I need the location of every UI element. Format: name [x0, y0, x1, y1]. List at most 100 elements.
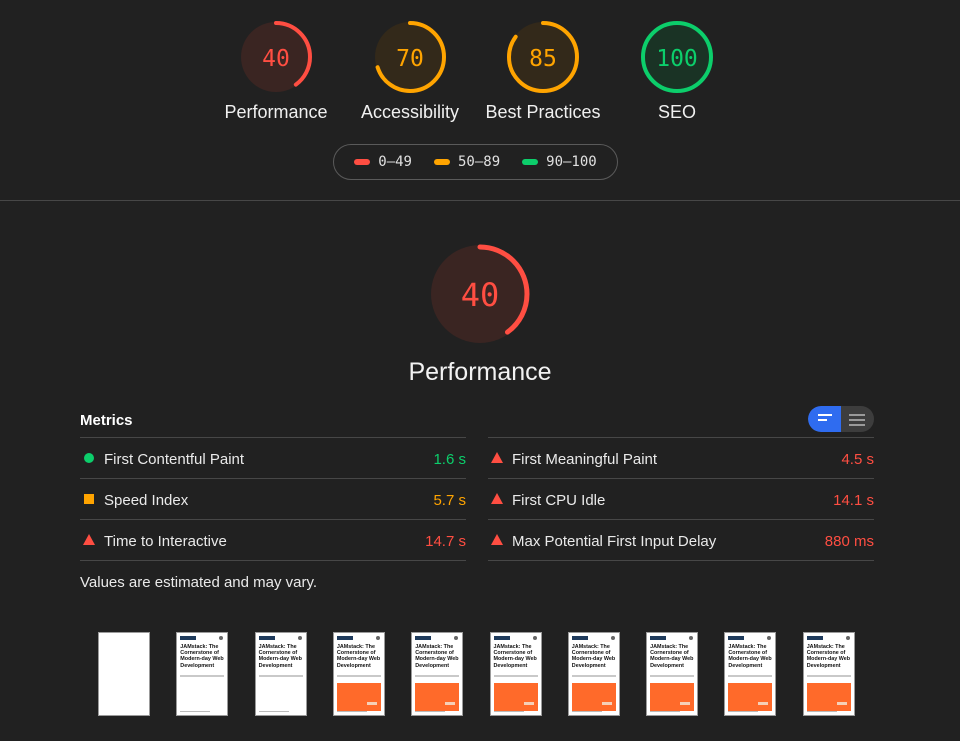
legend-average-swatch: [433, 159, 450, 165]
screenshot-filmstrip: JAMstack: The Cornerstone of Modern-day …: [98, 632, 878, 718]
filmstrip-frame: [98, 632, 150, 716]
legend-fail-swatch: [354, 159, 371, 165]
metric-value: 880 ms: [824, 533, 874, 550]
frame-meta-line: [258, 675, 303, 677]
legend-item-pass: 90–100: [522, 154, 597, 170]
site-logo-icon: [493, 636, 510, 640]
frame-meta-line: [493, 675, 538, 677]
frame-article-title: JAMstack: The Cornerstone of Modern-day …: [415, 644, 459, 669]
frame-meta-line: [728, 675, 773, 677]
frame-article-title: JAMstack: The Cornerstone of Modern-day …: [650, 644, 694, 669]
legend-item-average: 50–89: [433, 154, 501, 170]
score-scale-legend: 0–49 50–89 90–100: [333, 144, 618, 180]
accessibility-score-value: 70: [396, 46, 424, 72]
category-gauges: 40 Performance 70 Accessibility 85 Best Pra…: [0, 20, 960, 130]
metrics-view-toggle[interactable]: [808, 406, 874, 432]
performance-score-ring: 40: [430, 244, 530, 344]
metric-value: 1.6 s: [433, 451, 466, 468]
seo-label: SEO: [657, 102, 696, 122]
frame-meta-line: [571, 675, 616, 677]
metric-value: 14.7 s: [425, 533, 466, 550]
site-logo-icon: [650, 636, 667, 640]
metric-name: Speed Index: [104, 492, 189, 509]
metric-value: 5.7 s: [433, 492, 466, 509]
frame-meta-line: [415, 675, 460, 677]
frame-article-title: JAMstack: The Cornerstone of Modern-day …: [493, 644, 537, 669]
compact-list-icon: [818, 414, 832, 424]
menu-icon: [689, 636, 694, 640]
frame-footer-line: [180, 711, 211, 712]
frame-article-title: JAMstack: The Cornerstone of Modern-day …: [571, 644, 616, 669]
frame-hero-image: [728, 683, 773, 711]
frame-meta-line: [806, 675, 851, 677]
pass-circle-icon: [84, 453, 94, 463]
legend-item-fail: 0–49: [354, 154, 412, 170]
metric-value: 4.5 s: [841, 451, 874, 468]
frame-hero-image: [415, 683, 460, 711]
menu-icon: [454, 636, 459, 640]
frame-footer-line: [415, 711, 446, 712]
menu-icon: [532, 636, 537, 640]
performance-score-value: 40: [262, 46, 290, 72]
best-practices-score-ring: 85: [507, 21, 579, 93]
legend-pass-range: 90–100: [546, 154, 597, 170]
metrics-column-right: First Meaningful Paint 4.5 s First CPU Idl…: [488, 437, 874, 561]
average-square-icon: [84, 494, 94, 504]
site-logo-icon: [180, 636, 197, 640]
section-divider: [0, 200, 960, 201]
fail-triangle-icon: [491, 493, 503, 504]
filmstrip-frame: JAMstack: The Cornerstone of Modern-day …: [646, 632, 699, 716]
performance-score-ring: 40: [240, 21, 312, 93]
frame-article-title: JAMstack: The Cornerstone of Modern-day …: [258, 644, 302, 669]
seo-score-ring: 100: [641, 21, 713, 93]
metric-name: Max Potential First Input Delay: [512, 533, 717, 550]
site-logo-icon: [806, 636, 823, 640]
expanded-list-icon: [849, 414, 865, 429]
frame-footer-line: [571, 711, 602, 712]
metric-value: 14.1 s: [833, 492, 874, 509]
metric-row: First Meaningful Paint 4.5 s: [488, 437, 874, 478]
filmstrip-frame: JAMstack: The Cornerstone of Modern-day …: [332, 632, 385, 716]
legend-average-range: 50–89: [457, 154, 501, 170]
metric-name: First Meaningful Paint: [512, 451, 658, 468]
metric-row: First CPU Idle 14.1 s: [488, 478, 874, 519]
fail-triangle-icon: [491, 534, 503, 545]
frame-article-title: JAMstack: The Cornerstone of Modern-day …: [728, 644, 772, 669]
frame-footer-line: [336, 711, 367, 712]
frame-hero-image: [493, 683, 538, 711]
best-practices-score-value: 85: [529, 46, 557, 72]
metrics-disclaimer: Values are estimated and may vary.: [80, 574, 318, 591]
filmstrip-frame: JAMstack: The Cornerstone of Modern-day …: [724, 632, 777, 716]
metric-name: Time to Interactive: [104, 533, 227, 550]
frame-meta-line: [180, 675, 225, 677]
metrics-header: Metrics: [80, 404, 874, 434]
metric-row: Time to Interactive 14.7 s: [80, 519, 466, 561]
site-logo-icon: [728, 636, 745, 640]
frame-footer-line: [650, 711, 681, 712]
frame-article-title: JAMstack: The Cornerstone of Modern-day …: [180, 644, 224, 669]
metric-row: Max Potential First Input Delay 880 ms: [488, 519, 874, 561]
frame-footer-line: [258, 711, 289, 712]
site-logo-icon: [415, 636, 432, 640]
accessibility-score-ring: 70: [374, 21, 446, 93]
performance-score-value: 40: [461, 276, 500, 314]
frame-hero-image: [650, 683, 695, 711]
frame-article-title: JAMstack: The Cornerstone of Modern-day …: [806, 644, 851, 669]
metric-name: First Contentful Paint: [104, 451, 245, 468]
performance-main-gauge: 40 Performance: [0, 242, 960, 387]
menu-icon: [297, 636, 302, 640]
frame-hero-image: [806, 683, 851, 711]
filmstrip-frame: JAMstack: The Cornerstone of Modern-day …: [489, 632, 542, 716]
metrics-column-left: First Contentful Paint 1.6 s Speed Index 5.…: [80, 437, 466, 561]
expanded-view-button[interactable]: [841, 406, 874, 432]
legend-pass-swatch: [522, 159, 539, 165]
compact-view-button[interactable]: [808, 406, 841, 432]
menu-icon: [845, 636, 850, 640]
frame-article-title: JAMstack: The Cornerstone of Modern-day …: [336, 644, 381, 669]
frame-hero-image: [336, 683, 381, 711]
legend-fail-range: 0–49: [378, 154, 412, 170]
gauge-seo[interactable]: 100 SEO: [597, 20, 757, 123]
frame-hero-image: [571, 683, 616, 711]
metrics-title: Metrics: [80, 412, 133, 429]
frame-footer-line: [728, 711, 759, 712]
